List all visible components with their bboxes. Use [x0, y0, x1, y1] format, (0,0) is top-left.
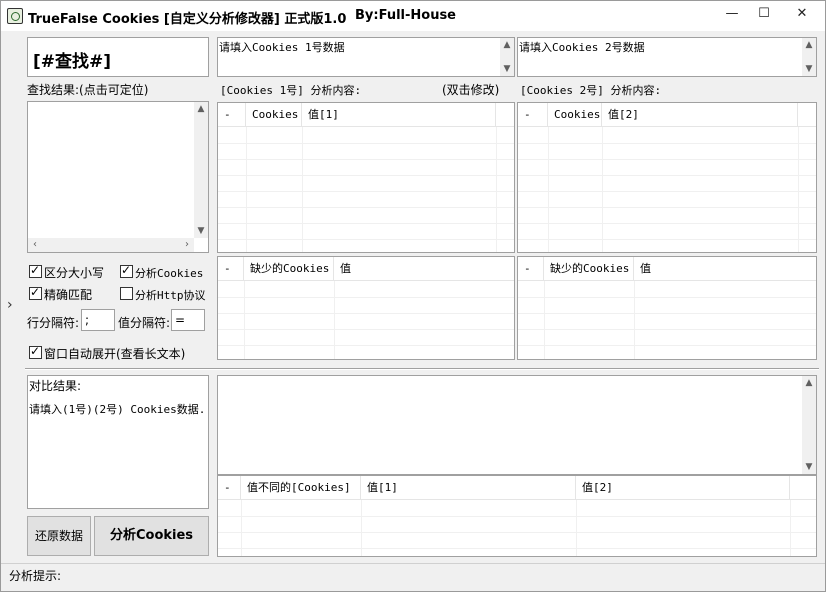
case-sensitive-label: 区分大小写	[44, 266, 105, 280]
column-header[interactable]: 值[2]	[602, 103, 798, 127]
row-separator-label: 行分隔符:	[27, 316, 80, 330]
close-button[interactable]: ✕	[789, 4, 815, 24]
case-sensitive-checkbox[interactable]	[29, 263, 42, 278]
column-header[interactable]: Cookies	[548, 103, 602, 127]
app-logo-icon	[7, 8, 23, 24]
grid-header: - 值不同的[Cookies] 值[1] 值[2]	[218, 476, 816, 500]
value-separator-input[interactable]: =	[171, 309, 205, 331]
cookies1-analysis-label: [Cookies 1号] 分析内容:	[220, 84, 362, 97]
column-header[interactable]: Cookies	[246, 103, 302, 127]
status-label: 分析提示:	[9, 569, 62, 583]
column-header[interactable]: 值[1]	[302, 103, 496, 127]
maximize-button[interactable]: ☐	[751, 4, 777, 24]
scroll-right-icon[interactable]: ›	[180, 238, 194, 252]
column-header[interactable]: 值不同的[Cookies]	[241, 476, 361, 500]
column-header[interactable]: -	[518, 103, 548, 127]
double-click-edit-hint: (双击修改)	[442, 83, 500, 97]
exact-match-label: 精确匹配	[44, 288, 93, 302]
scroll-up-icon[interactable]: ▲	[194, 102, 208, 116]
search-results-label: 查找结果:(点击可定位)	[27, 83, 149, 97]
missing-cookies1-grid[interactable]: - 缺少的Cookies 值	[217, 256, 515, 360]
scroll-up-icon[interactable]: ▲	[802, 38, 816, 52]
column-header[interactable]: 值	[334, 257, 514, 281]
scroll-up-icon[interactable]: ▲	[802, 376, 816, 390]
author-label: By:Full-House	[355, 8, 456, 23]
value-separator-value: =	[175, 313, 186, 327]
column-header[interactable]: -	[518, 257, 544, 281]
window-title: TrueFalse Cookies [自定义分析修改器] 正式版1.0	[28, 12, 347, 27]
scroll-down-icon[interactable]: ▼	[194, 224, 208, 238]
scroll-up-icon[interactable]: ▲	[500, 38, 514, 52]
column-header[interactable]: -	[218, 103, 246, 127]
analyze-cookies-label: 分析Cookies	[135, 267, 204, 280]
cookies2-input[interactable]: 请填入Cookies 2号数据 ▲ ▼	[517, 37, 817, 77]
title-bar: TrueFalse Cookies [自定义分析修改器] 正式版1.0 By:F…	[1, 1, 825, 31]
compare-result-label: 对比结果:	[29, 379, 82, 393]
column-header[interactable]: 缺少的Cookies	[544, 257, 634, 281]
scroll-down-icon[interactable]: ▼	[802, 460, 816, 474]
column-header[interactable]: -	[218, 257, 244, 281]
cookies2-placeholder: 请填入Cookies 2号数据	[519, 41, 645, 54]
cookies2-analysis-grid[interactable]: - Cookies 值[2]	[517, 102, 817, 253]
exact-match-checkbox[interactable]	[29, 285, 42, 300]
section-divider	[25, 368, 819, 370]
grid-header: - 缺少的Cookies 值	[218, 257, 514, 281]
side-expand-icon[interactable]: ›	[7, 297, 13, 313]
results-vertical-scrollbar[interactable]: ▲ ▼	[194, 102, 208, 238]
column-header[interactable]: 值[2]	[576, 476, 790, 500]
analyze-http-label: 分析Http协议	[135, 289, 206, 302]
detail-text-area[interactable]: ▲ ▼	[217, 375, 817, 475]
row-separator-input[interactable]: ;	[81, 309, 115, 331]
diff-values-grid[interactable]: - 值不同的[Cookies] 值[1] 值[2]	[217, 475, 817, 557]
column-header[interactable]: -	[218, 476, 241, 500]
detail-scrollbar[interactable]: ▲ ▼	[802, 376, 816, 474]
analyze-cookies-button[interactable]: 分析Cookies	[94, 516, 209, 556]
cookies2-analysis-label: [Cookies 2号] 分析内容:	[520, 84, 662, 97]
app-window: TrueFalse Cookies [自定义分析修改器] 正式版1.0 By:F…	[0, 0, 826, 592]
scroll-left-icon[interactable]: ‹	[28, 238, 42, 252]
status-bar: 分析提示:	[1, 563, 825, 591]
analyze-cookies-checkbox[interactable]	[120, 263, 133, 278]
auto-expand-label: 窗口自动展开(查看长文本)	[44, 347, 186, 361]
auto-expand-checkbox[interactable]	[29, 344, 42, 359]
scroll-down-icon[interactable]: ▼	[500, 62, 514, 76]
cookies1-analysis-grid[interactable]: - Cookies 值[1]	[217, 102, 515, 253]
cookies1-input[interactable]: 请填入Cookies 1号数据 ▲ ▼	[217, 37, 515, 77]
minimize-button[interactable]: —	[719, 4, 745, 24]
compare-result-panel: 对比结果: 请填入(1号)(2号) Cookies数据.	[27, 375, 209, 509]
search-input-text: [#查找#]	[33, 52, 112, 72]
compare-result-text: 请填入(1号)(2号) Cookies数据.	[29, 403, 206, 416]
search-input[interactable]: [#查找#]	[27, 37, 209, 77]
restore-data-button[interactable]: 还原数据	[27, 516, 91, 556]
cookies1-scrollbar[interactable]: ▲ ▼	[500, 38, 514, 76]
grid-header: - Cookies 值[1]	[218, 103, 514, 127]
results-horizontal-scrollbar[interactable]: ‹ ›	[28, 238, 194, 252]
column-header[interactable]: 缺少的Cookies	[244, 257, 334, 281]
scroll-down-icon[interactable]: ▼	[802, 62, 816, 76]
grid-header: - Cookies 值[2]	[518, 103, 816, 127]
cookies2-scrollbar[interactable]: ▲ ▼	[802, 38, 816, 76]
missing-cookies2-grid[interactable]: - 缺少的Cookies 值	[517, 256, 817, 360]
grid-header: - 缺少的Cookies 值	[518, 257, 816, 281]
value-separator-label: 值分隔符:	[118, 316, 171, 330]
analyze-http-checkbox[interactable]	[120, 287, 133, 300]
column-header[interactable]: 值	[634, 257, 816, 281]
search-results-list[interactable]: ▲ ▼ ‹ ›	[27, 101, 209, 253]
column-header[interactable]: 值[1]	[361, 476, 576, 500]
cookies1-placeholder: 请填入Cookies 1号数据	[219, 41, 345, 54]
row-separator-value: ;	[85, 313, 90, 327]
